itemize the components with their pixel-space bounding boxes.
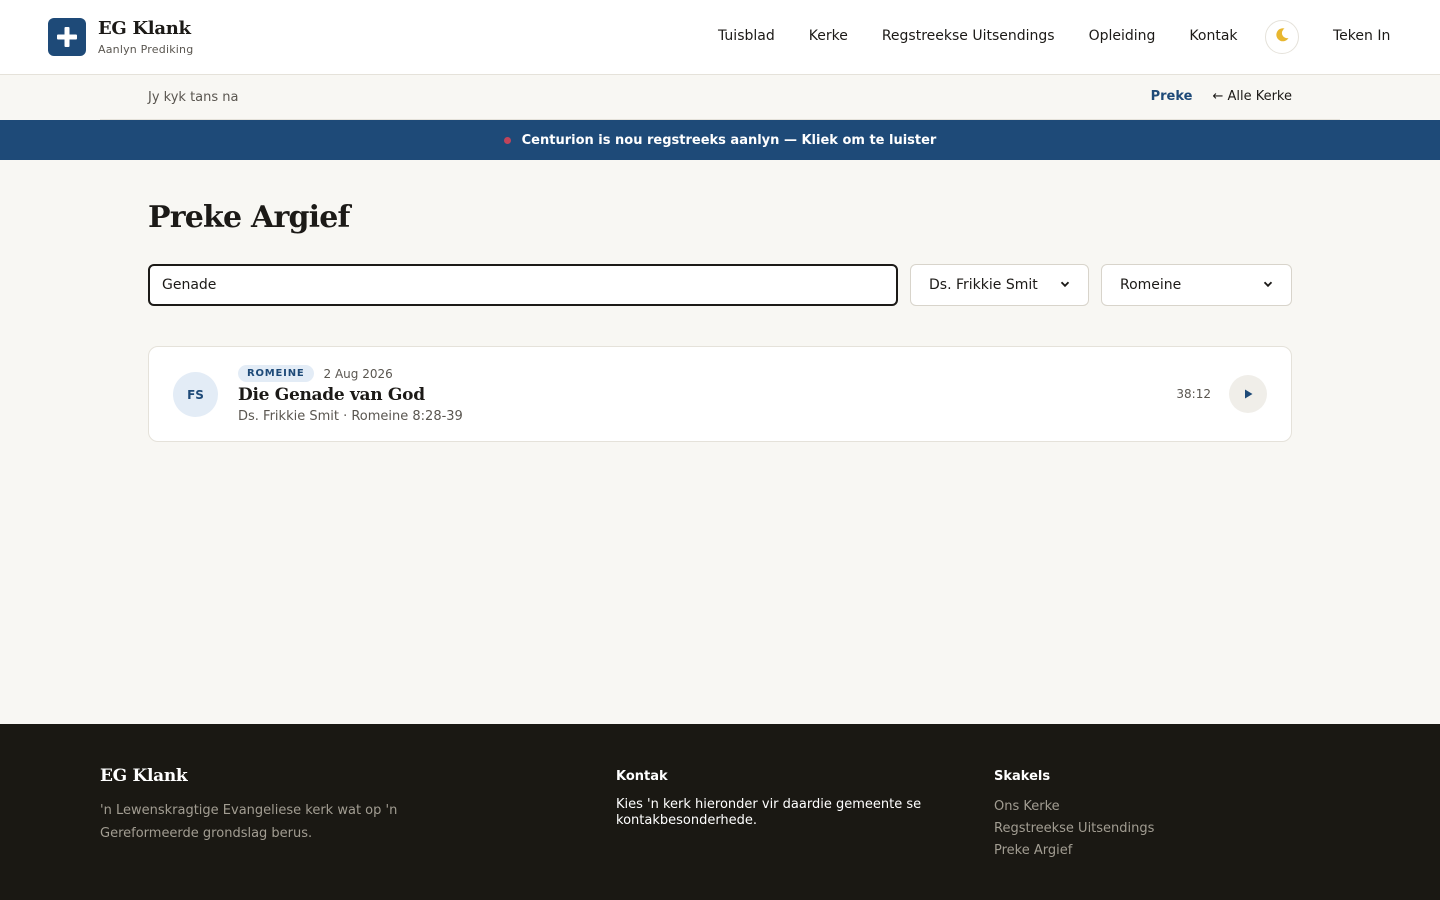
brand-subtitle: Aanlyn Prediking xyxy=(98,42,194,56)
speaker-filter-value: Ds. Frikkie Smit xyxy=(929,277,1038,293)
context-link-preke[interactable]: Preke xyxy=(1151,89,1193,104)
page-title: Preke Argief xyxy=(148,200,350,235)
footer-links-title: Skakels xyxy=(994,769,1051,784)
chevron-down-icon xyxy=(1060,279,1070,292)
live-stream-banner[interactable]: Centurion is nou regstreeks aanlyn — Kli… xyxy=(0,120,1440,160)
speaker-filter-select[interactable]: Ds. Frikkie Smit xyxy=(910,264,1089,306)
book-filter-select[interactable]: Romeine xyxy=(1101,264,1292,306)
sermon-card[interactable]: FS ROMEINE 2 Aug 2026 Die Genade van God… xyxy=(148,346,1292,442)
footer-link-preke-argief[interactable]: Preke Argief xyxy=(994,840,1154,862)
theme-toggle-button[interactable] xyxy=(1265,20,1299,54)
sermon-meta: ROMEINE 2 Aug 2026 xyxy=(238,365,463,382)
live-banner-text: Centurion is nou regstreeks aanlyn — Kli… xyxy=(521,132,937,148)
footer-brand: EG Klank xyxy=(100,766,188,786)
book-badge: ROMEINE xyxy=(238,365,314,382)
speaker-avatar: FS xyxy=(173,372,218,417)
nav-item-kerke[interactable]: Kerke xyxy=(809,28,848,44)
footer-link-ons-kerke[interactable]: Ons Kerke xyxy=(994,796,1154,818)
context-bar: Jy kyk tans na Preke ← Alle Kerke xyxy=(100,75,1340,120)
nav-item-regstreekse-uitsendings[interactable]: Regstreekse Uitsendings xyxy=(882,28,1055,44)
main-nav: Tuisblad Kerke Regstreekse Uitsendings O… xyxy=(718,28,1272,44)
signin-button[interactable]: Teken In xyxy=(1333,28,1390,44)
context-label: Jy kyk tans na xyxy=(148,90,239,105)
sermon-subtitle: Ds. Frikkie Smit · Romeine 8:28-39 xyxy=(238,409,463,424)
search-input[interactable] xyxy=(148,264,898,306)
footer-contact-title: Kontak xyxy=(616,769,668,784)
plus-cross-icon xyxy=(48,18,86,56)
play-button[interactable] xyxy=(1229,375,1267,413)
sermon-info: ROMEINE 2 Aug 2026 Die Genade van God Ds… xyxy=(238,365,463,424)
footer-tagline: 'n Lewenskragtige Evangeliese kerk wat o… xyxy=(100,803,398,841)
nav-item-tuisblad[interactable]: Tuisblad xyxy=(718,28,775,44)
footer-link-regstreekse-uitsendings[interactable]: Regstreekse Uitsendings xyxy=(994,818,1154,840)
brand-name: EG Klank xyxy=(98,17,191,39)
book-filter-value: Romeine xyxy=(1120,277,1182,293)
live-indicator-icon xyxy=(503,136,511,144)
sermon-date: 2 Aug 2026 xyxy=(323,366,393,381)
chevron-down-icon xyxy=(1263,279,1273,292)
sermon-title[interactable]: Die Genade van God xyxy=(238,385,463,405)
nav-item-opleiding[interactable]: Opleiding xyxy=(1089,28,1156,44)
sermon-duration: 38:12 xyxy=(1176,387,1211,401)
back-to-churches-link[interactable]: ← Alle Kerke xyxy=(1212,89,1292,104)
nav-item-kontak[interactable]: Kontak xyxy=(1189,28,1237,44)
brand-text: EG Klank Aanlyn Prediking xyxy=(98,17,194,56)
context-links: Preke ← Alle Kerke xyxy=(1151,89,1292,104)
footer-contact-text: Kies 'n kerk hieronder vir daardie gemee… xyxy=(616,797,922,828)
moon-icon xyxy=(1274,27,1290,47)
play-icon xyxy=(1242,385,1254,404)
brand[interactable]: EG Klank Aanlyn Prediking xyxy=(48,18,193,56)
top-navbar: EG Klank Aanlyn Prediking Tuisblad Kerke… xyxy=(0,0,1440,75)
footer: EG Klank 'n Lewenskragtige Evangeliese k… xyxy=(0,724,1440,900)
footer-links: Ons Kerke Regstreekse Uitsendings Preke … xyxy=(994,796,1154,862)
